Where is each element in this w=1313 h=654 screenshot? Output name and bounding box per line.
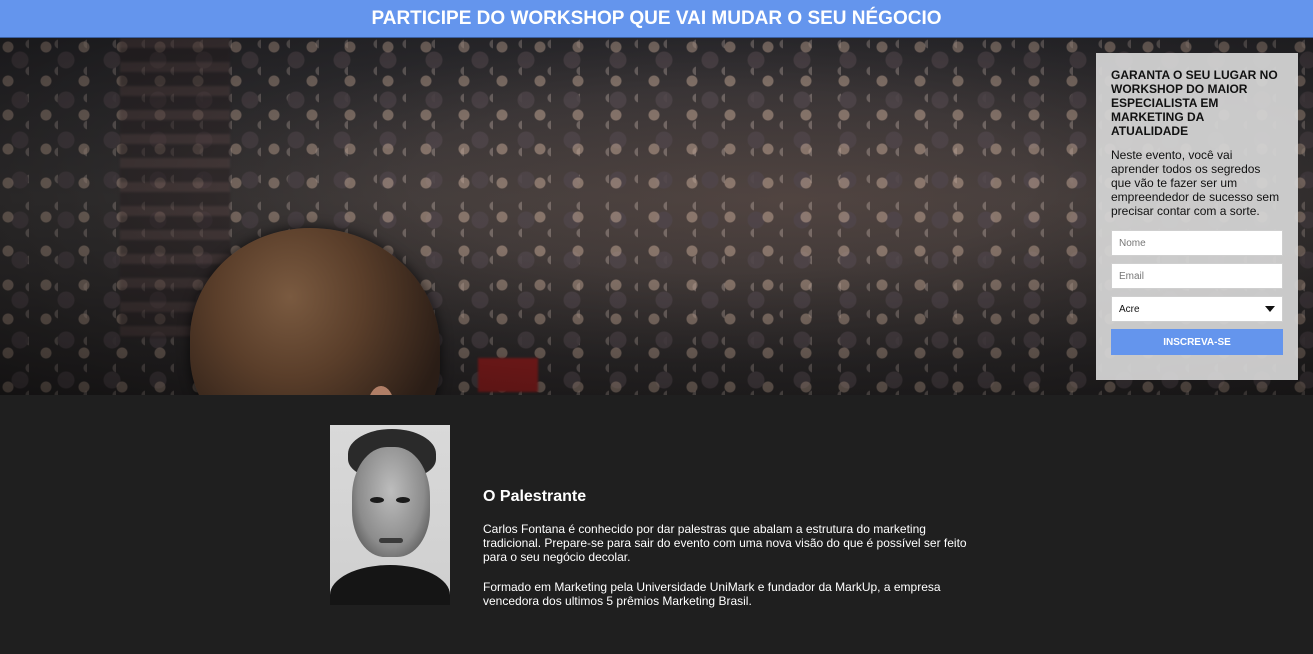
subscribe-button[interactable]: INSCREVA-SE: [1111, 329, 1283, 355]
speaker-section: O Palestrante Carlos Fontana é conhecido…: [0, 395, 1313, 654]
photo-right-eye: [396, 497, 410, 503]
signup-form-panel: GARANTA O SEU LUGAR NO WORKSHOP DO MAIOR…: [1096, 53, 1298, 380]
page-title: PARTICIPE DO WORKSHOP QUE VAI MUDAR O SE…: [371, 7, 942, 29]
name-placeholder: Nome: [1119, 237, 1146, 249]
top-banner: PARTICIPE DO WORKSHOP QUE VAI MUDAR O SE…: [0, 0, 1313, 38]
photo-body: [330, 565, 450, 605]
state-selected-value: Acre: [1119, 303, 1140, 315]
speaker-bio-paragraph-1: Carlos Fontana é conhecido por dar pales…: [483, 522, 967, 564]
photo-left-eye: [370, 497, 384, 503]
name-input[interactable]: Nome: [1111, 230, 1283, 256]
email-placeholder: Email: [1119, 270, 1145, 282]
state-select[interactable]: Acre: [1111, 296, 1283, 322]
photo-mouth: [379, 538, 403, 543]
subscribe-button-label: INSCREVA-SE: [1163, 336, 1231, 348]
form-title: GARANTA O SEU LUGAR NO WORKSHOP DO MAIOR…: [1111, 68, 1278, 138]
email-input[interactable]: Email: [1111, 263, 1283, 289]
speaker-photo: [330, 425, 450, 605]
form-description: Neste evento, você vai aprender todos os…: [1111, 148, 1280, 218]
chevron-down-icon: [1265, 306, 1275, 312]
speaker-heading: O Palestrante: [483, 488, 587, 505]
speaker-bio-paragraph-2: Formado em Marketing pela Universidade U…: [483, 580, 941, 608]
